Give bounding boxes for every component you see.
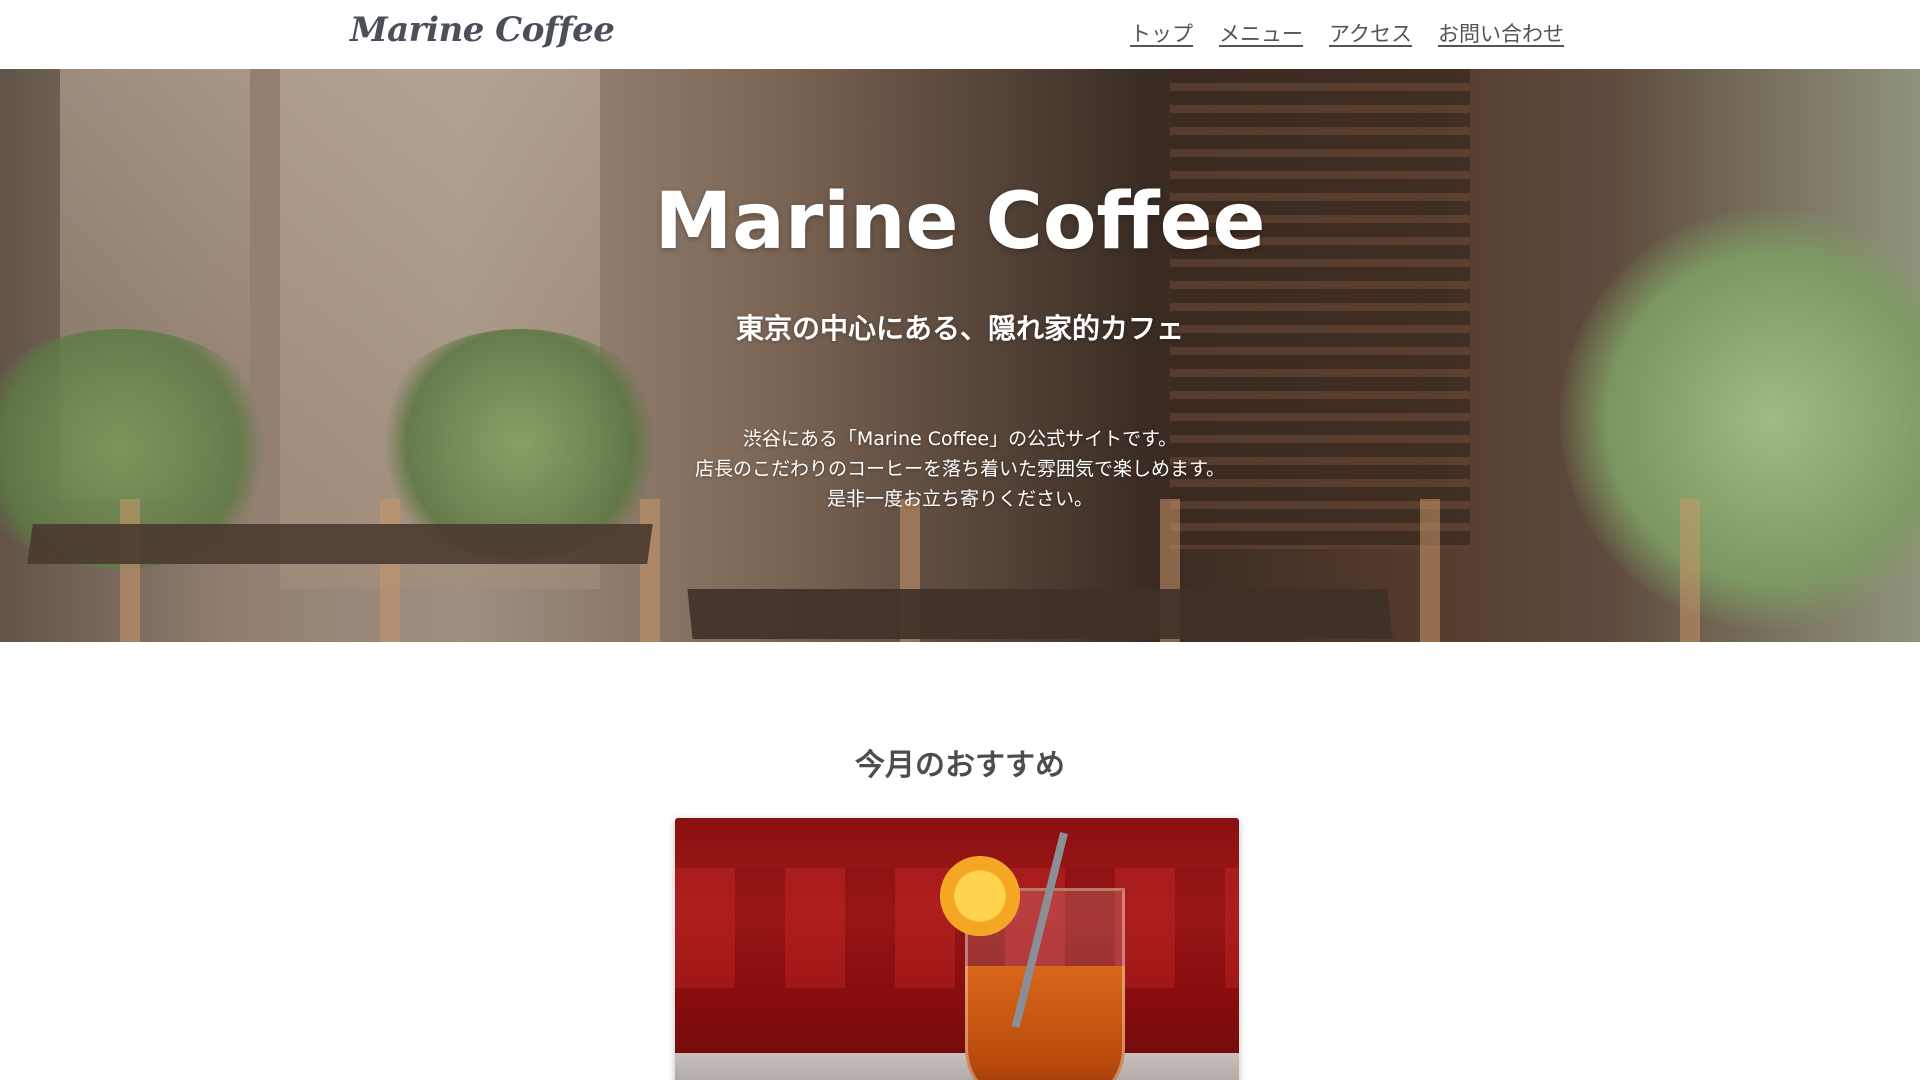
hero-description: 渋谷にある「Marine Coffee」の公式サイトです。 店長のこだわりのコー… <box>0 424 1920 514</box>
card-table-edge <box>675 1053 1239 1080</box>
nav-link-menu[interactable]: メニュー <box>1219 18 1303 48</box>
hero-background-table <box>27 524 653 564</box>
hero-description-line: 店長のこだわりのコーヒーを落ち着いた雰囲気で楽しめます。 <box>694 458 1226 480</box>
nav-link-contact[interactable]: お問い合わせ <box>1438 18 1564 48</box>
hero-subtitle: 東京の中心にある、隠れ家的カフェ <box>735 312 1184 345</box>
nav-link-top[interactable]: トップ <box>1130 18 1193 48</box>
hero-title: Marine Coffee <box>654 177 1266 267</box>
recommend-title: 今月のおすすめ <box>855 748 1065 783</box>
hero-section: Marine Coffee 東京の中心にある、隠れ家的カフェ 渋谷にある「Mar… <box>0 69 1920 642</box>
main-nav: トップ メニュー アクセス お問い合わせ <box>1130 18 1564 48</box>
orange-slice-image <box>940 856 1020 936</box>
nav-link-access[interactable]: アクセス <box>1329 18 1412 48</box>
hero-description-line: 是非一度お立ち寄りください。 <box>826 488 1093 510</box>
hero-description-line: 渋谷にある「Marine Coffee」の公式サイトです。 <box>742 428 1178 450</box>
hero-background-table <box>687 589 1393 639</box>
recommend-card-image[interactable] <box>675 818 1239 1080</box>
site-logo[interactable]: Marine Coffee <box>350 10 615 50</box>
site-header: Marine Coffee トップ メニュー アクセス お問い合わせ <box>0 0 1920 69</box>
